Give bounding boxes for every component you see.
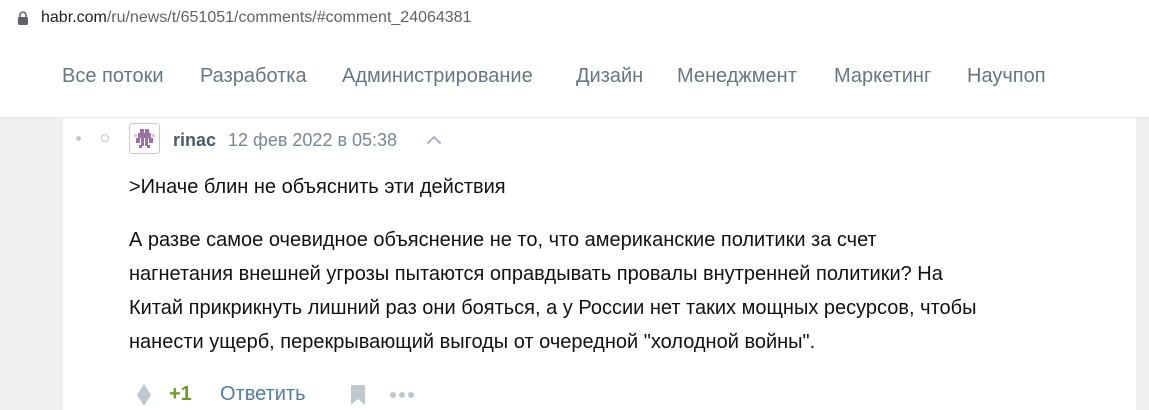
avatar[interactable] (129, 123, 160, 154)
chevron-up-icon[interactable] (426, 133, 442, 145)
thread-level-ring-icon (101, 134, 109, 142)
nav-item-development[interactable]: Разработка (200, 64, 307, 88)
comment-body-line: Китай прикрикнуть лишний раз они бояться… (129, 297, 977, 319)
lock-icon (18, 11, 28, 25)
comment-quote: >Иначе блин не объяснить эти действия (129, 176, 506, 198)
url-path: /ru/news/t/651051/comments/#comment_2406… (106, 9, 472, 26)
bookmark-icon[interactable] (350, 384, 366, 406)
nav-item-all-flows[interactable]: Все потоки (62, 64, 164, 88)
comment-datetime[interactable]: 12 фев 2022 в 05:38 (228, 129, 397, 151)
comment-body-line: нанести ущерб, перекрывающий выгоды от о… (129, 331, 816, 353)
hub-navigation: Все потоки Разработка Администрирование … (0, 37, 1149, 118)
url-text[interactable]: habr.com/ru/news/t/651051/comments/#comm… (41, 8, 471, 28)
nav-item-administration[interactable]: Администрирование (342, 64, 533, 88)
comment-author[interactable]: rinac (173, 129, 216, 151)
comment-body-line: нагнетания внешней угрозы пытаются оправ… (129, 263, 943, 285)
comment-body-line: А разве самое очевидное объяснение не то… (129, 229, 877, 251)
vote-diamond-icon[interactable] (136, 383, 152, 407)
nav-item-management[interactable]: Менеджмент (677, 64, 797, 88)
comment-score: +1 (169, 383, 192, 405)
url-host: habr.com (41, 9, 107, 26)
more-dots-icon[interactable] (389, 391, 415, 399)
nav-item-marketing[interactable]: Маркетинг (834, 64, 931, 88)
avatar-identicon (134, 129, 155, 148)
address-bar[interactable]: habr.com/ru/news/t/651051/comments/#comm… (0, 0, 1149, 37)
nav-item-popsci[interactable]: Научпоп (967, 64, 1046, 88)
thread-level-dot-icon (76, 136, 81, 141)
nav-item-design[interactable]: Дизайн (576, 64, 643, 88)
reply-button[interactable]: Ответить (220, 382, 306, 406)
